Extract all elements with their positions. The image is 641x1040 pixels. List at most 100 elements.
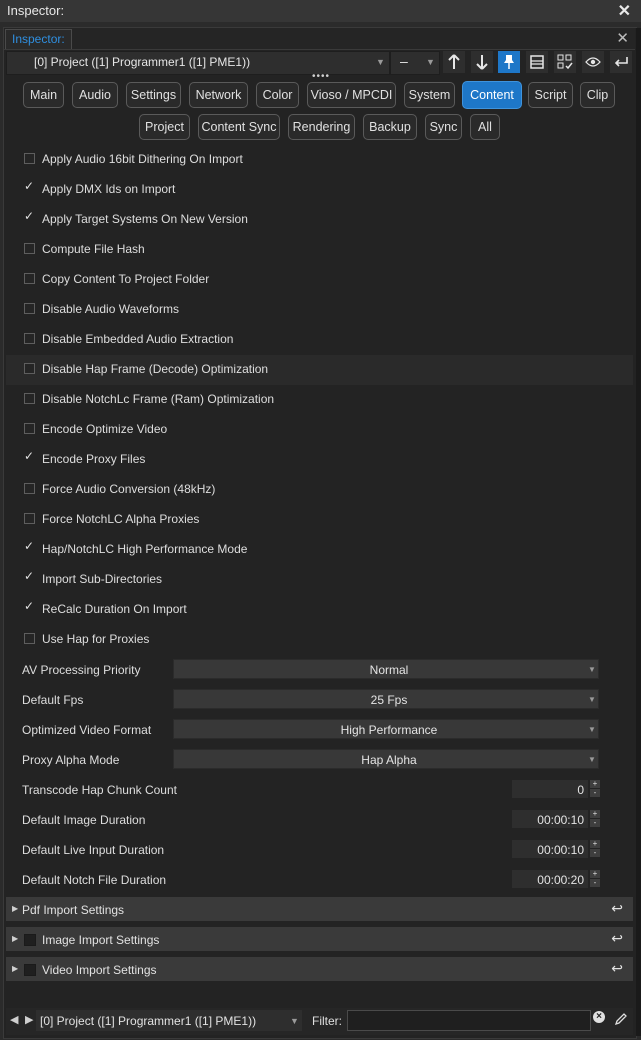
checkmark-icon[interactable]: ✓: [24, 569, 34, 583]
increment-icon[interactable]: +: [590, 810, 600, 818]
chevron-right-icon[interactable]: ▶: [12, 904, 18, 913]
checkbox[interactable]: [24, 393, 35, 404]
increment-icon[interactable]: +: [590, 840, 600, 848]
setting-row[interactable]: ✓ Import Sub-Directories: [6, 565, 633, 595]
drag-handle-icon[interactable]: ••••: [312, 71, 330, 82]
section-label: Pdf Import Settings: [22, 903, 125, 917]
decrement-icon[interactable]: -: [590, 789, 600, 797]
category-rendering-button[interactable]: Rendering: [288, 114, 355, 140]
checkbox[interactable]: [24, 363, 35, 374]
setting-row[interactable]: ✓ Apply DMX Ids on Import: [6, 175, 633, 205]
checkmark-icon[interactable]: ✓: [24, 449, 34, 463]
live-input-duration-stepper[interactable]: + -: [590, 840, 600, 858]
setting-row[interactable]: Encode Optimize Video: [6, 415, 633, 445]
edit-button[interactable]: [614, 1012, 628, 1029]
window-titlebar: [0, 0, 641, 22]
filter-input[interactable]: [347, 1010, 591, 1031]
setting-row[interactable]: Compute File Hash: [6, 235, 633, 265]
setting-row[interactable]: Disable Hap Frame (Decode) Optimization: [6, 355, 633, 385]
section-image-import[interactable]: ▶ Image Import Settings ↩: [6, 927, 633, 951]
panel-layout-button[interactable]: [526, 51, 548, 73]
category-content-button[interactable]: Content: [462, 81, 522, 109]
category-project-button[interactable]: Project: [139, 114, 190, 140]
chevron-left-icon[interactable]: ◀: [10, 1013, 18, 1026]
tab-close-icon[interactable]: ✕: [616, 29, 629, 47]
category-network-button[interactable]: Network: [189, 82, 248, 108]
increment-icon[interactable]: +: [590, 870, 600, 878]
checkbox[interactable]: [24, 483, 35, 494]
decrement-icon[interactable]: -: [590, 819, 600, 827]
hap-chunk-count-label: Transcode Hap Chunk Count: [22, 783, 177, 797]
visibility-button[interactable]: [582, 51, 604, 73]
decrement-icon[interactable]: -: [590, 879, 600, 887]
category-main-button[interactable]: Main: [23, 82, 64, 108]
setting-row[interactable]: ✓ Apply Target Systems On New Version: [6, 205, 633, 235]
setting-row[interactable]: Disable NotchLc Frame (Ram) Optimization: [6, 385, 633, 415]
return-arrow-icon[interactable]: ↩: [611, 960, 623, 977]
checkbox[interactable]: [24, 153, 35, 164]
clear-icon[interactable]: ×: [593, 1011, 605, 1023]
checkbox[interactable]: [24, 513, 35, 524]
tab-inspector[interactable]: Inspector:: [5, 29, 72, 49]
setting-row[interactable]: Copy Content To Project Folder: [6, 265, 633, 295]
image-duration-value: 00:00:10: [537, 813, 584, 827]
checkbox[interactable]: [24, 273, 35, 284]
return-button[interactable]: [610, 51, 632, 73]
checkbox[interactable]: [24, 303, 35, 314]
setting-row[interactable]: ✓ ReCalc Duration On Import: [6, 595, 633, 625]
increment-icon[interactable]: +: [590, 780, 600, 788]
hap-chunk-count-value: 0: [577, 783, 584, 797]
category-script-button[interactable]: Script: [528, 82, 573, 108]
checkbox[interactable]: [24, 423, 35, 434]
setting-label: Force Audio Conversion (48kHz): [42, 482, 216, 496]
decrement-icon[interactable]: -: [590, 849, 600, 857]
checkmark-icon[interactable]: ✓: [24, 599, 34, 613]
arrow-down-icon: [476, 55, 488, 70]
chevron-right-icon[interactable]: ▶: [25, 1013, 33, 1026]
section-pdf-import[interactable]: ▶ Pdf Import Settings ↩: [6, 897, 633, 921]
checkbox[interactable]: [24, 964, 36, 976]
window-close-icon[interactable]: ✕: [618, 1, 631, 21]
category-settings-button[interactable]: Settings: [126, 82, 181, 108]
return-arrow-icon[interactable]: ↩: [611, 930, 623, 947]
category-audio-button[interactable]: Audio: [72, 82, 118, 108]
setting-row[interactable]: ✓ Hap/NotchLC High Performance Mode: [6, 535, 633, 565]
grid-check-button[interactable]: [554, 51, 576, 73]
category-backup-button[interactable]: Backup: [363, 114, 417, 140]
checkbox[interactable]: [24, 934, 36, 946]
chevron-right-icon[interactable]: ▶: [12, 964, 18, 973]
category-vioso-mpcdi-button[interactable]: Vioso / MPCDI: [307, 82, 396, 108]
checkbox[interactable]: [24, 243, 35, 254]
category-content-sync-button[interactable]: Content Sync: [198, 114, 280, 140]
checkbox[interactable]: [24, 333, 35, 344]
video-format-value: High Performance: [340, 723, 438, 737]
category-color-button[interactable]: Color: [256, 82, 299, 108]
setting-row[interactable]: Force NotchLC Alpha Proxies: [6, 505, 633, 535]
move-down-button[interactable]: [471, 51, 493, 73]
category-all-button[interactable]: All: [470, 114, 500, 140]
scrollbar[interactable]: [636, 28, 641, 1036]
checkmark-icon[interactable]: ✓: [24, 179, 34, 193]
setting-row[interactable]: Use Hap for Proxies: [6, 625, 633, 655]
notch-duration-stepper[interactable]: + -: [590, 870, 600, 888]
return-arrow-icon[interactable]: ↩: [611, 900, 623, 917]
pin-button[interactable]: [498, 51, 520, 73]
category-system-button[interactable]: System: [404, 82, 455, 108]
setting-row[interactable]: ✓ Encode Proxy Files: [6, 445, 633, 475]
setting-row[interactable]: Disable Audio Waveforms: [6, 295, 633, 325]
pencil-icon: [614, 1013, 627, 1026]
chevron-down-icon: ▼: [426, 57, 435, 67]
setting-row[interactable]: Disable Embedded Audio Extraction: [6, 325, 633, 355]
chevron-right-icon[interactable]: ▶: [12, 934, 18, 943]
setting-row[interactable]: Apply Audio 16bit Dithering On Import: [6, 145, 633, 175]
checkmark-icon[interactable]: ✓: [24, 539, 34, 553]
move-up-button[interactable]: [443, 51, 465, 73]
section-video-import[interactable]: ▶ Video Import Settings ↩: [6, 957, 633, 981]
hap-chunk-count-stepper[interactable]: + -: [590, 780, 600, 798]
checkmark-icon[interactable]: ✓: [24, 209, 34, 223]
image-duration-stepper[interactable]: + -: [590, 810, 600, 828]
category-clip-button[interactable]: Clip: [580, 82, 615, 108]
setting-row[interactable]: Force Audio Conversion (48kHz): [6, 475, 633, 505]
checkbox[interactable]: [24, 633, 35, 644]
category-sync-button[interactable]: Sync: [425, 114, 462, 140]
